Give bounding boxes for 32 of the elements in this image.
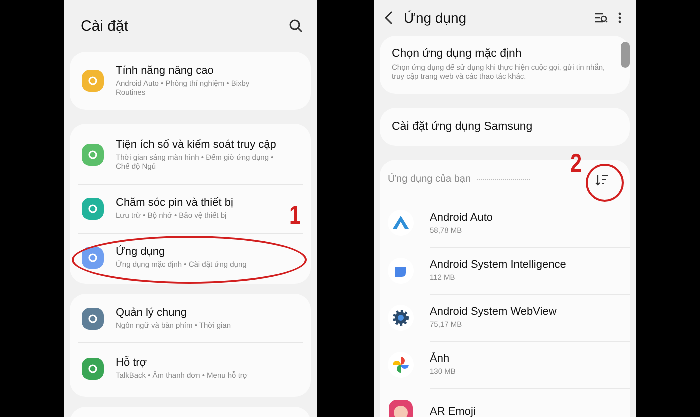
item-title: Chăm sóc pin và thiết bị	[116, 197, 234, 210]
item-title: Tính năng nâng cao	[116, 64, 215, 77]
step-number: 1	[289, 200, 302, 231]
app-icon	[388, 258, 414, 284]
item-title: Hỗ trợ	[116, 357, 148, 370]
scrollbar-thumb[interactable]	[621, 42, 630, 68]
app-name: Ảnh	[430, 353, 451, 366]
highlight-circle	[586, 164, 624, 202]
sort-icon[interactable]	[595, 174, 609, 186]
item-title: Tiện ích số và kiểm soát truy cập	[116, 138, 277, 151]
screen-title: Cài đặt	[81, 18, 130, 34]
app-name: AR Emoji	[430, 406, 476, 417]
item-title: Quản lý chung	[116, 307, 188, 320]
item-title: Cài đặt ứng dụng Samsung	[392, 120, 534, 133]
section-title: Ứng dụng của bạn	[388, 174, 472, 186]
app-icon	[388, 210, 414, 236]
step-number: 2	[570, 148, 582, 179]
app-item[interactable]: AR Emoji	[430, 388, 630, 417]
item-title: Ứng dụng	[116, 246, 166, 258]
screen-title: Ứng dụng	[404, 10, 468, 26]
samsung-settings-card[interactable]: Cài đặt ứng dụng Samsung	[380, 108, 630, 146]
more-options-icon[interactable]	[618, 12, 622, 24]
app-name: Android Auto	[430, 212, 493, 224]
search-icon[interactable]	[289, 19, 303, 33]
app-icon	[388, 398, 414, 417]
app-name: Android System WebView	[430, 306, 557, 318]
app-name: Android System Intelligence	[430, 259, 566, 272]
item-title: Chọn ứng dụng mặc định	[392, 48, 523, 60]
search-list-icon[interactable]	[594, 12, 608, 24]
back-icon[interactable]	[384, 11, 394, 25]
app-icon	[388, 304, 414, 331]
app-icon	[388, 352, 414, 378]
